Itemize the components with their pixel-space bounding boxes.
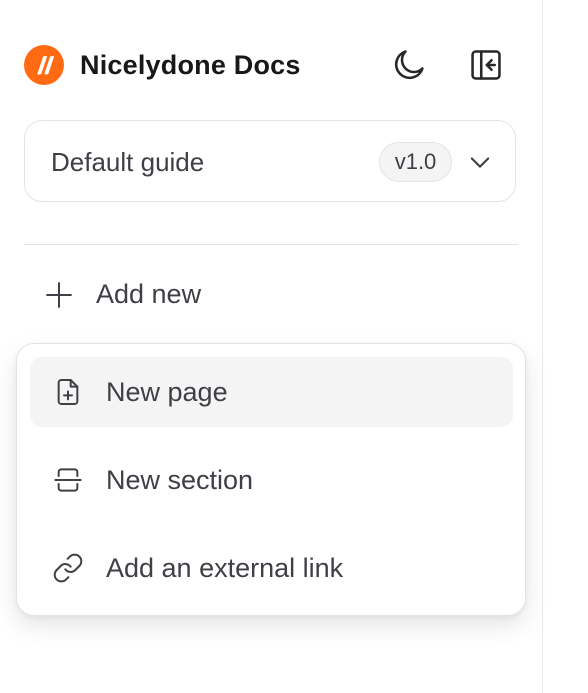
collapse-sidebar-button[interactable] [464, 43, 508, 87]
menu-item-external-link[interactable]: Add an external link [30, 533, 513, 603]
section-icon [54, 468, 82, 492]
menu-item-new-page[interactable]: New page [30, 357, 513, 427]
version-badge: v1.0 [379, 142, 452, 182]
sidebar-collapse-icon [471, 50, 501, 80]
sidebar: Nicelydone Docs Default guide v1.0 Add n… [0, 0, 543, 693]
moon-icon [394, 50, 424, 80]
file-plus-icon [57, 379, 79, 405]
divider [24, 244, 518, 245]
add-new-button[interactable]: Add new [24, 268, 324, 320]
theme-toggle-button[interactable] [387, 43, 431, 87]
menu-item-label: New section [106, 465, 254, 495]
plus-icon [46, 282, 72, 308]
add-new-menu: New page New section Add an external lin… [16, 343, 526, 616]
guide-name: Default guide [51, 147, 205, 177]
chevron-down-icon [470, 157, 490, 168]
link-icon [53, 553, 83, 583]
guide-version-select[interactable]: Default guide v1.0 [24, 120, 516, 202]
menu-item-new-section[interactable]: New section [30, 445, 513, 515]
logo-icon[interactable] [24, 45, 64, 85]
add-new-label: Add new [96, 279, 202, 309]
menu-item-label: Add an external link [106, 553, 344, 583]
sidebar-header: Nicelydone Docs [24, 42, 518, 88]
menu-item-label: New page [106, 377, 228, 407]
brand-name: Nicelydone Docs [80, 50, 301, 80]
